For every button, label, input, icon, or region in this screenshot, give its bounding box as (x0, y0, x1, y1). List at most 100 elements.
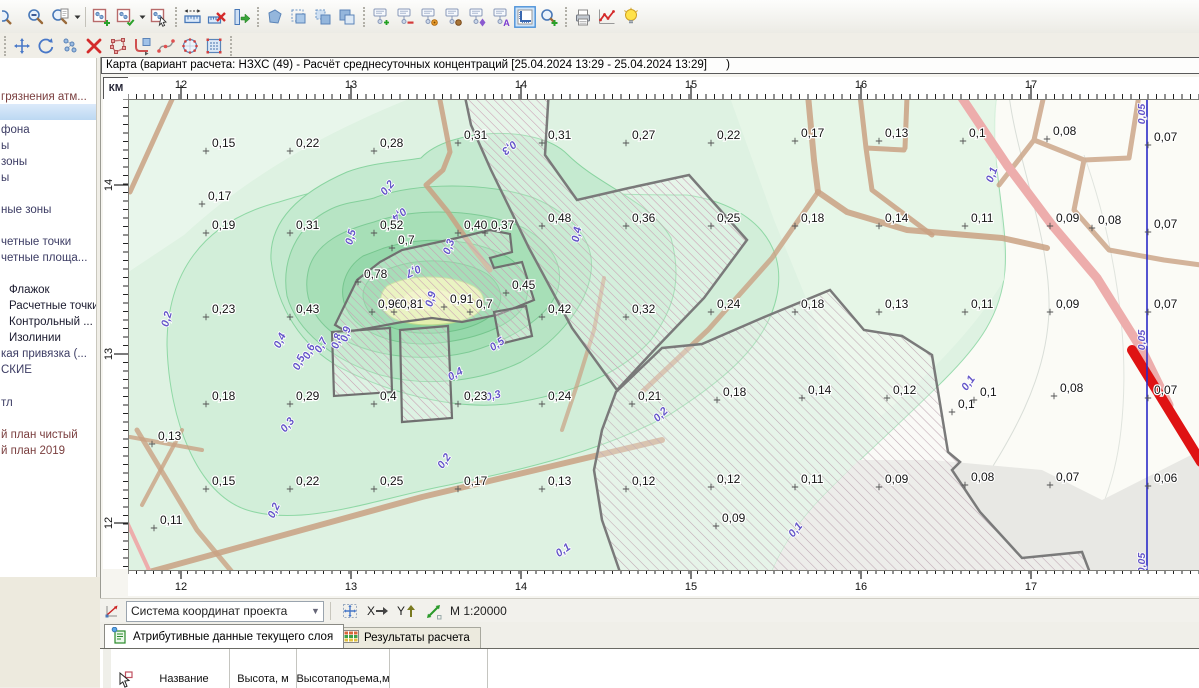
combo-dropdown-icon[interactable]: ▼ (308, 606, 323, 616)
toolbar-grip[interactable] (257, 7, 259, 27)
toolbar-grip[interactable] (363, 7, 365, 27)
svg-text:17: 17 (1025, 581, 1037, 593)
svg-text:0,13: 0,13 (885, 297, 909, 311)
toolbar-button-move[interactable] (10, 34, 34, 58)
toolbar-button-rotate[interactable] (34, 34, 58, 58)
tree-item[interactable]: грязнения атм... (1, 90, 87, 105)
svg-text:0,08: 0,08 (1053, 124, 1077, 138)
svg-text:0,36: 0,36 (632, 211, 656, 225)
svg-text:0,23: 0,23 (212, 302, 236, 316)
tab-attribute-data[interactable]: Атрибутивные данные текущего слоя (104, 624, 344, 648)
toolbar-button-frame-add[interactable] (89, 5, 113, 29)
svg-text:16: 16 (855, 79, 867, 91)
svg-text:0,22: 0,22 (717, 128, 741, 142)
toolbar-grip[interactable] (4, 36, 6, 56)
column-header-empty (390, 649, 488, 688)
tree-item[interactable]: СКИЕ (1, 363, 32, 378)
tree-item[interactable]: Расчетные точки (9, 299, 97, 314)
ruler-bottom: 121314151617 (128, 569, 1199, 596)
toolbar-button-circle-mesh[interactable] (178, 34, 202, 58)
svg-text:0,31: 0,31 (296, 218, 320, 232)
blue-line-value-label: 0,05 (1136, 553, 1148, 570)
tree-item[interactable]: ы (1, 171, 9, 186)
toolbar-button-zoom-page[interactable] (48, 5, 72, 29)
toolbar-button-bulb[interactable] (619, 5, 643, 29)
toolbar-button-ruler-x[interactable] (205, 5, 229, 29)
tree-item[interactable]: Контрольный ... (9, 315, 93, 330)
tree-item[interactable]: й план 2019 (1, 444, 65, 459)
toolbar-button-zoom-out[interactable] (24, 5, 48, 29)
toolbar-button-zoom-plus[interactable] (537, 5, 561, 29)
tree-item[interactable]: Изолинии (9, 331, 61, 346)
toolbar-button-node-add[interactable] (369, 5, 393, 29)
map-statusbar: Система координат проекта ▼ X Y М 1:2000… (100, 598, 1199, 623)
svg-text:0,08: 0,08 (1098, 213, 1122, 227)
toolbar-button-scatter[interactable] (58, 34, 82, 58)
svg-text:0,15: 0,15 (212, 136, 236, 150)
svg-text:12: 12 (175, 79, 187, 91)
toolbar-button-node-remove[interactable] (393, 5, 417, 29)
toolbar-grip[interactable] (230, 36, 232, 56)
toolbar-button-node-label[interactable]: A (489, 5, 513, 29)
toolbar-separator (85, 7, 86, 27)
svg-text:0,22: 0,22 (296, 474, 320, 488)
toolbar-button-corner-edit[interactable] (130, 34, 154, 58)
coord-system-select[interactable]: Система координат проекта ▼ (126, 601, 324, 622)
tree-item[interactable]: четные площа... (1, 251, 87, 266)
svg-text:0,07: 0,07 (1154, 217, 1178, 231)
svg-text:0,23: 0,23 (464, 389, 488, 403)
svg-text:0,17: 0,17 (464, 474, 488, 488)
toolbar-button-shape-3[interactable] (311, 5, 335, 29)
ruler-unit-label: КМ (103, 77, 129, 100)
tab-calc-results[interactable]: Результаты расчета (336, 627, 481, 649)
toolbar-button-frame-cursor[interactable] (147, 5, 171, 29)
toolbar-button-print[interactable] (571, 5, 595, 29)
toolbar-button-shape-1[interactable] (263, 5, 287, 29)
toolbar-button-bar-arrow[interactable] (229, 5, 253, 29)
tree-item[interactable]: тл (1, 396, 13, 411)
toolbar-button-node-move[interactable] (465, 5, 489, 29)
toolbar-button-del-x[interactable] (82, 34, 106, 58)
svg-text:14: 14 (103, 179, 115, 191)
toolbar-button-node-target[interactable] (417, 5, 441, 29)
svg-text:0,31: 0,31 (464, 128, 488, 142)
tree-item[interactable]: ные зоны (1, 203, 51, 218)
toolbar-button-grid-active[interactable] (513, 5, 537, 29)
tree-item[interactable]: четные точки (1, 235, 71, 250)
toolbar-button-shape-4[interactable] (335, 5, 359, 29)
toolbar-button-zoom-cut[interactable] (0, 5, 24, 29)
column-header[interactable]: Название (139, 649, 230, 688)
tree-item[interactable]: Флажок (9, 283, 50, 298)
dropdown-arrow-icon[interactable] (137, 5, 147, 29)
toolbar-button-shape-2[interactable] (287, 5, 311, 29)
tree-item[interactable]: кая привязка (... (1, 347, 87, 362)
tree-item[interactable]: ы (1, 139, 9, 154)
dropdown-arrow-icon[interactable] (72, 5, 82, 29)
svg-text:A: A (503, 18, 510, 27)
svg-text:0,07: 0,07 (1154, 130, 1178, 144)
toolbar-button-chart[interactable] (595, 5, 619, 29)
tab-label: Результаты расчета (364, 632, 470, 644)
toolbar-grip[interactable] (175, 7, 177, 27)
map-canvas[interactable]: 0,20,30,30,40,50,70,40,20,40,50,60,70,80… (128, 99, 1199, 571)
toolbar-button-mesh-square[interactable] (202, 34, 226, 58)
tree-item[interactable]: й план чистый (1, 428, 78, 443)
svg-text:0,09: 0,09 (885, 472, 909, 486)
column-header[interactable]: Высота, м (230, 649, 297, 688)
main-toolbar: A (0, 0, 1199, 33)
tree-item[interactable]: фона (1, 123, 30, 138)
toolbar-button-curve-nodes[interactable] (154, 34, 178, 58)
svg-text:0,11: 0,11 (971, 297, 994, 311)
toolbar-grip[interactable] (565, 7, 567, 27)
toolbar-button-poly-nodes[interactable] (106, 34, 130, 58)
toolbar-button-frame-check[interactable] (113, 5, 137, 29)
pan-mode-icon[interactable] (341, 602, 359, 620)
svg-text:12: 12 (103, 517, 115, 529)
tree-item[interactable]: зоны (1, 155, 27, 170)
toolbar-button-ruler[interactable] (181, 5, 205, 29)
svg-text:13: 13 (103, 348, 115, 360)
column-header[interactable]: Высотаподъема,м (297, 649, 390, 688)
toolbar-button-node-brown[interactable] (441, 5, 465, 29)
tree-item-selected[interactable] (0, 104, 96, 120)
layers-tree-panel[interactable]: грязнения атм...фонаызоныыные зонычетные… (0, 58, 97, 577)
